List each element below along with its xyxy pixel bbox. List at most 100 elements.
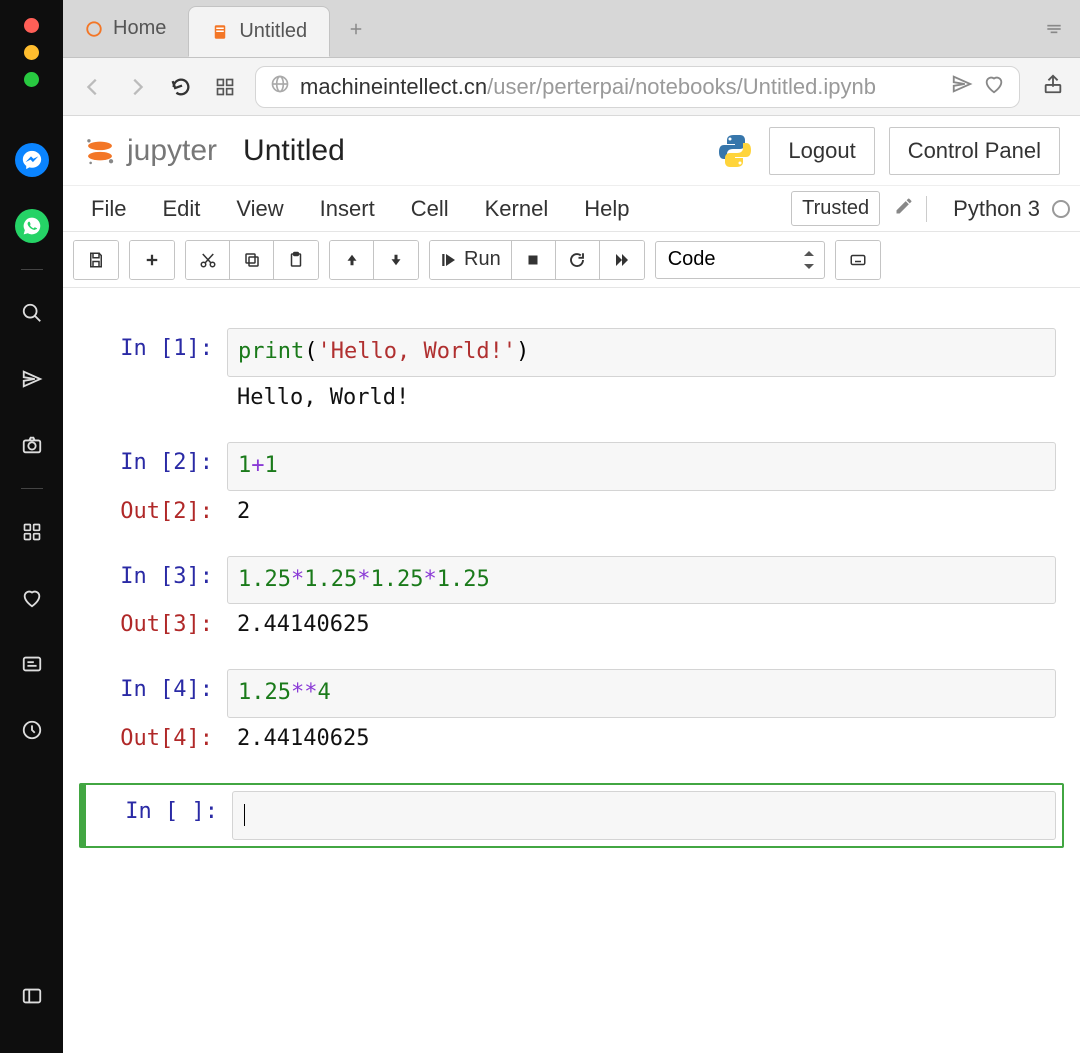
url-host: machineintellect.cn xyxy=(300,74,487,99)
sidebar-separator xyxy=(21,488,43,489)
out-value: 2 xyxy=(227,491,1056,532)
code-input[interactable]: 1.25*1.25*1.25*1.25 xyxy=(227,556,1056,605)
menu-view[interactable]: View xyxy=(218,190,301,228)
tab-overflow-icon[interactable] xyxy=(1028,0,1080,57)
in-prompt: In [3]: xyxy=(87,556,227,597)
jupyter-favicon-icon xyxy=(85,20,103,38)
menu-file[interactable]: File xyxy=(73,190,144,228)
celltype-label: Code xyxy=(668,248,716,271)
logout-button[interactable]: Logout xyxy=(769,127,874,175)
send-page-icon[interactable] xyxy=(951,73,973,101)
add-cell-button[interactable] xyxy=(130,241,174,279)
whatsapp-icon[interactable] xyxy=(15,209,49,243)
camera-icon[interactable] xyxy=(15,428,49,462)
grid-icon[interactable] xyxy=(211,73,239,101)
celltype-select[interactable]: Code xyxy=(655,241,825,279)
url-text: machineintellect.cn/user/perterpai/noteb… xyxy=(300,74,941,100)
code-input[interactable]: 1+1 xyxy=(227,442,1056,491)
jupyter-menubar: File Edit View Insert Cell Kernel Help T… xyxy=(63,186,1080,232)
menu-cell[interactable]: Cell xyxy=(393,190,467,228)
window-zoom-icon[interactable] xyxy=(24,72,39,87)
in-prompt: In [2]: xyxy=(87,442,227,483)
browser-tab-notebook[interactable]: Untitled xyxy=(188,6,330,57)
messenger-icon[interactable] xyxy=(15,143,49,177)
cursor-icon xyxy=(244,804,245,826)
os-sidebar xyxy=(0,0,63,1053)
jupyter-header: jupyter Untitled Logout Control Panel xyxy=(63,116,1080,186)
menu-edit[interactable]: Edit xyxy=(144,190,218,228)
history-icon[interactable] xyxy=(15,713,49,747)
run-button[interactable]: Run xyxy=(430,241,512,279)
out-prompt: Out[4]: xyxy=(87,718,227,759)
save-button[interactable] xyxy=(74,241,118,279)
menu-separator xyxy=(926,196,927,222)
tab-label: Home xyxy=(113,17,166,40)
browser-tab-home[interactable]: Home xyxy=(63,0,188,57)
jupyter-logo[interactable]: jupyter xyxy=(83,134,217,168)
command-palette-button[interactable] xyxy=(836,241,880,279)
in-prompt: In [4]: xyxy=(87,669,227,710)
code-cell[interactable]: In [4]: 1.25**4 Out[4]: 2.44140625 xyxy=(79,669,1064,783)
search-icon[interactable] xyxy=(15,296,49,330)
globe-icon xyxy=(270,74,290,100)
jupyter-toolbar: Run Code xyxy=(63,232,1080,288)
window-close-icon[interactable] xyxy=(24,18,39,33)
in-prompt: In [ ]: xyxy=(92,791,232,832)
favorite-icon[interactable] xyxy=(983,73,1005,101)
forward-button[interactable] xyxy=(123,73,151,101)
out-prompt: Out[2]: xyxy=(87,491,227,532)
paste-button[interactable] xyxy=(274,241,318,279)
back-button[interactable] xyxy=(79,73,107,101)
code-cell[interactable]: In [3]: 1.25*1.25*1.25*1.25 Out[3]: 2.44… xyxy=(79,556,1064,670)
python-logo-icon xyxy=(715,131,755,171)
brand-text: jupyter xyxy=(127,134,217,168)
menu-kernel[interactable]: Kernel xyxy=(467,190,567,228)
control-panel-button[interactable]: Control Panel xyxy=(889,127,1060,175)
out-value: 2.44140625 xyxy=(227,718,1056,759)
stdout: Hello, World! xyxy=(227,377,1056,418)
kernel-indicator-icon xyxy=(1052,200,1070,218)
heart-icon[interactable] xyxy=(15,581,49,615)
sidebar-separator xyxy=(21,269,43,270)
share-icon[interactable] xyxy=(1042,73,1064,100)
in-prompt: In [1]: xyxy=(87,328,227,369)
new-tab-button[interactable] xyxy=(330,0,382,57)
code-input[interactable]: 1.25**4 xyxy=(227,669,1056,718)
code-input[interactable] xyxy=(232,791,1056,840)
menu-insert[interactable]: Insert xyxy=(302,190,393,228)
notebook-title[interactable]: Untitled xyxy=(243,134,345,168)
move-up-button[interactable] xyxy=(330,241,374,279)
code-input[interactable]: print('Hello, World!') xyxy=(227,328,1056,377)
run-label: Run xyxy=(464,248,501,271)
interrupt-button[interactable] xyxy=(512,241,556,279)
reload-button[interactable] xyxy=(167,73,195,101)
kernel-name[interactable]: Python 3 xyxy=(935,190,1044,228)
tab-label: Untitled xyxy=(239,20,307,43)
move-down-button[interactable] xyxy=(374,241,418,279)
restart-button[interactable] xyxy=(556,241,600,279)
copy-button[interactable] xyxy=(230,241,274,279)
url-bar: machineintellect.cn/user/perterpai/noteb… xyxy=(63,58,1080,116)
notebook-area[interactable]: In [1]: print('Hello, World!') Hello, Wo… xyxy=(63,288,1080,1053)
tab-strip: Home Untitled xyxy=(63,0,1080,58)
code-cell[interactable]: In [1]: print('Hello, World!') Hello, Wo… xyxy=(79,328,1064,442)
address-field[interactable]: machineintellect.cn/user/perterpai/noteb… xyxy=(255,66,1020,108)
cut-button[interactable] xyxy=(186,241,230,279)
stdout-prompt xyxy=(87,377,227,393)
out-value: 2.44140625 xyxy=(227,604,1056,645)
notebook-favicon-icon xyxy=(211,23,229,41)
code-cell[interactable]: In [2]: 1+1 Out[2]: 2 xyxy=(79,442,1064,556)
browser-window: Home Untitled xyxy=(63,0,1080,1053)
edit-icon[interactable] xyxy=(890,196,918,222)
send-icon[interactable] xyxy=(15,362,49,396)
grid-apps-icon[interactable] xyxy=(15,515,49,549)
menu-help[interactable]: Help xyxy=(566,190,647,228)
trusted-badge[interactable]: Trusted xyxy=(791,191,880,226)
sidebar-toggle-icon[interactable] xyxy=(15,979,49,1013)
note-icon[interactable] xyxy=(15,647,49,681)
traffic-lights xyxy=(24,18,39,87)
code-cell-active[interactable]: In [ ]: xyxy=(79,783,1064,848)
restart-run-all-button[interactable] xyxy=(600,241,644,279)
window-minimize-icon[interactable] xyxy=(24,45,39,60)
url-path: /user/perterpai/notebooks/Untitled.ipynb xyxy=(487,74,876,99)
